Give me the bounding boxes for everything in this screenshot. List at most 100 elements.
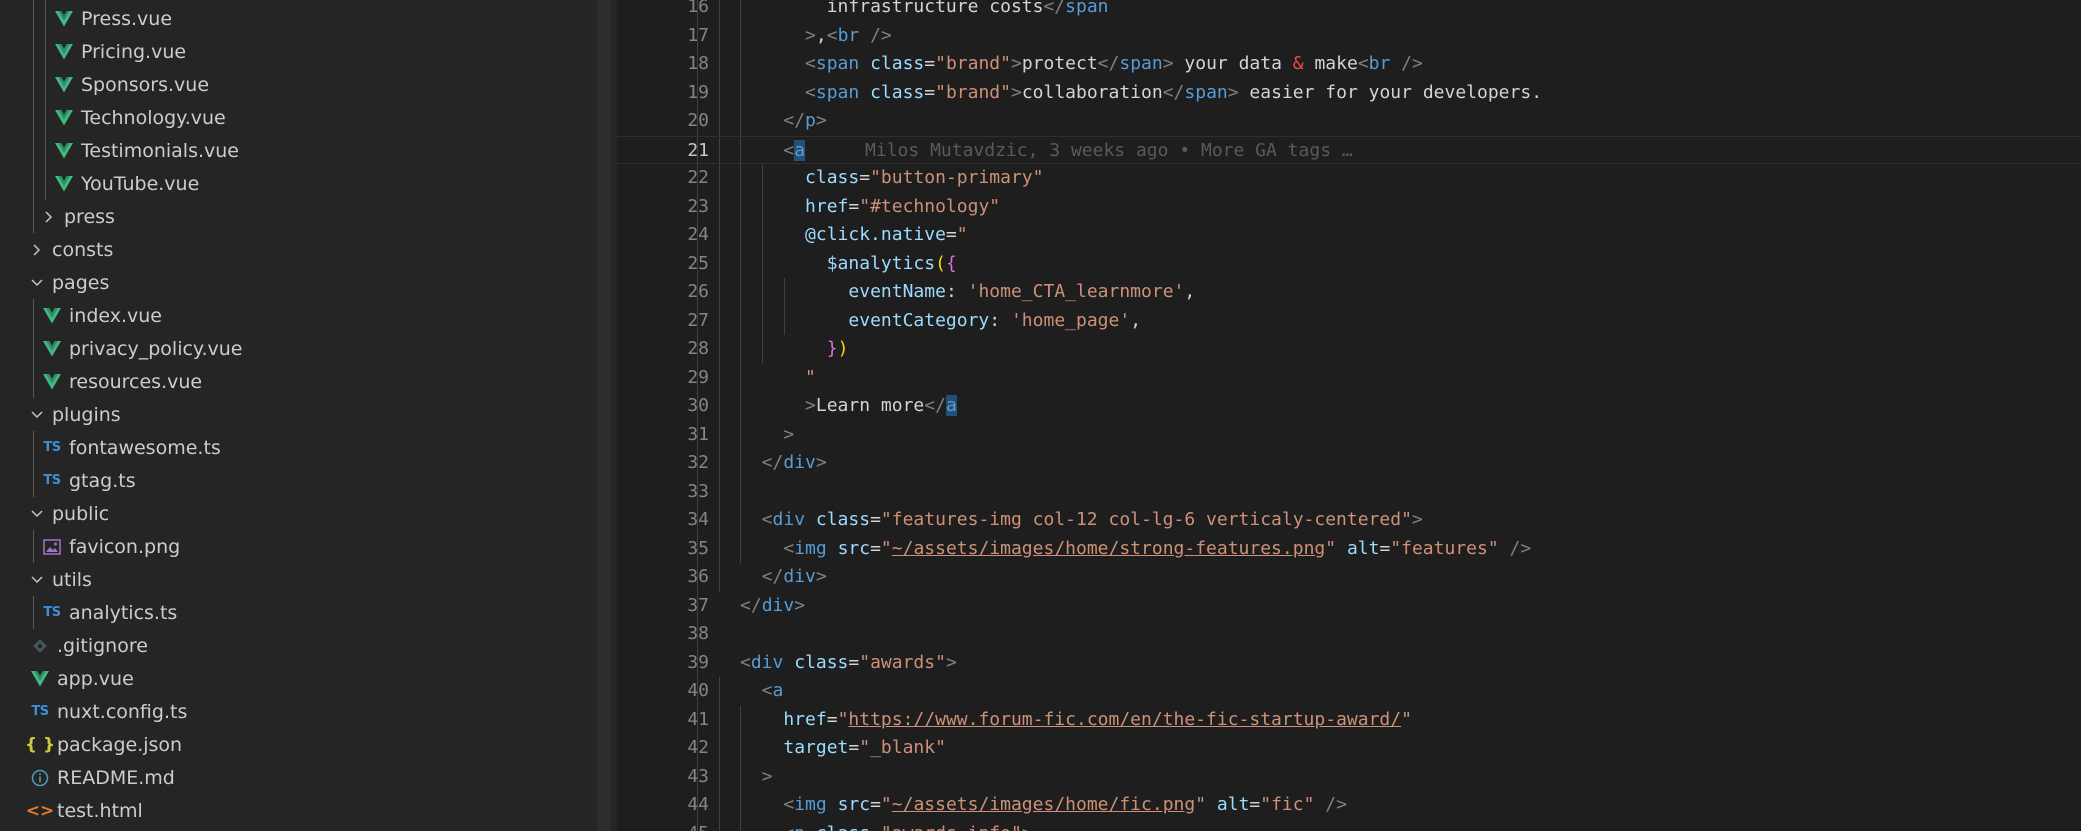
code-line[interactable]: 16 infrastructure costs</span (617, 0, 2081, 22)
code-line[interactable]: 44 <img src="~/assets/images/home/fic.png… (617, 791, 2081, 820)
tree-file[interactable]: README.md (0, 761, 597, 794)
tree-file[interactable]: Press.vue (0, 2, 597, 35)
code-token: </ (783, 110, 806, 131)
code-line[interactable]: 31 > (617, 421, 2081, 450)
code-line[interactable]: 34 <div class="features-img col-12 col-lg… (617, 506, 2081, 535)
code-line[interactable]: 36 </div> (617, 563, 2081, 592)
tree-file[interactable]: TS gtag.ts (0, 464, 597, 497)
line-number: 39 (687, 651, 709, 673)
tree-folder[interactable]: plugins (0, 398, 597, 431)
code-token: class (794, 651, 849, 673)
code-line[interactable]: 21 <a Milos Mutavdzic, 3 weeks ago • More … (617, 135, 2081, 164)
code-line[interactable]: 41 href="https://www.forum-fic.com/en/the… (617, 706, 2081, 735)
vue-file-icon (54, 42, 74, 62)
code-line[interactable]: 38 (617, 620, 2081, 649)
code-line[interactable]: 28}) (617, 335, 2081, 364)
code-line[interactable]: 35 <img src="~/assets/images/home/strong-… (617, 535, 2081, 564)
code-token: </ (1043, 0, 1066, 17)
code-token: = (1379, 537, 1391, 559)
code-line[interactable]: 24 @click.native=" (617, 221, 2081, 250)
code-token: < (783, 823, 794, 831)
tree-file[interactable]: favicon.png (0, 530, 597, 563)
code-line[interactable]: 19 <span class="brand">collaboration</spa… (617, 79, 2081, 108)
tree-file[interactable]: resources.vue (0, 365, 597, 398)
tree-file[interactable]: .gitignore (0, 629, 597, 662)
tree-item-label: app.vue (57, 667, 134, 690)
code-line[interactable]: 43 > (617, 763, 2081, 792)
code-token: 'home_CTA_learnmore' (967, 281, 1185, 302)
code-token: img (794, 794, 827, 815)
code-text: <p class="awards-info"> (783, 820, 1032, 831)
code-editor[interactable]: 16 infrastructure costs</span 17 >,<br /> 18… (617, 0, 2081, 831)
code-token: > (761, 765, 773, 787)
code-text: }) (827, 335, 849, 364)
tree-file[interactable]: index.vue (0, 299, 597, 332)
code-line[interactable]: 45 <p class="awards-info"> (617, 820, 2081, 831)
tree-file[interactable]: Technology.vue (0, 101, 597, 134)
code-line[interactable]: 25 $analytics({ (617, 250, 2081, 279)
code-text: $analytics({ (827, 250, 957, 279)
code-line[interactable]: 22 class="button-primary" (617, 164, 2081, 193)
code-line[interactable]: 17 >,<br /> (617, 22, 2081, 51)
line-number: 43 (687, 765, 709, 787)
tree-file[interactable]: Pricing.vue (0, 35, 597, 68)
code-text: > (762, 763, 773, 792)
line-number: 35 (687, 537, 709, 559)
tree-file[interactable]: <> test.html (0, 794, 597, 827)
code-line[interactable]: 40 <a (617, 677, 2081, 706)
code-token: p (794, 823, 805, 831)
code-token: ) (837, 338, 849, 359)
code-token: "brand" (935, 53, 1011, 74)
tree-folder[interactable]: consts (0, 233, 597, 266)
line-number: 33 (687, 480, 709, 502)
sidebar-scrollbar[interactable] (597, 0, 611, 831)
code-line[interactable]: 18 <span class="brand">protect</span> you… (617, 50, 2081, 79)
tree-file[interactable]: privacy_policy.vue (0, 332, 597, 365)
code-line[interactable]: 39 <div class="awards"> (617, 649, 2081, 678)
typescript-file-icon: TS (43, 440, 61, 455)
tree-file[interactable]: app.vue (0, 662, 597, 695)
vue-file-icon (54, 9, 74, 29)
tree-item-label: Testimonials.vue (81, 139, 239, 162)
html-file-icon: <> (25, 800, 55, 821)
code-token: : (989, 309, 1011, 331)
code-token: > (1010, 53, 1022, 74)
code-line[interactable]: 30 >Learn more</a (617, 392, 2081, 421)
tree-folder[interactable]: utils (0, 563, 597, 596)
tree-file[interactable]: Sponsors.vue (0, 68, 597, 101)
line-number: 31 (687, 423, 709, 445)
code-line[interactable]: 37 </div> (617, 592, 2081, 621)
tree-file[interactable]: TS analytics.ts (0, 596, 597, 629)
code-token: infrastructure costs (826, 0, 1044, 17)
code-token: = (924, 53, 936, 74)
tree-item-label: press (64, 205, 115, 228)
code-line[interactable]: 27 eventCategory: 'home_page', (617, 307, 2081, 336)
code-line[interactable]: 26 eventName: 'home_CTA_learnmore', (617, 278, 2081, 307)
code-line[interactable]: 23 href="#technology" (617, 193, 2081, 222)
code-token: @click.native (805, 224, 946, 245)
code-line[interactable]: 20 </p> (617, 107, 2081, 136)
code-token: span (1065, 0, 1109, 17)
code-line[interactable]: 42 target="_blank" (617, 734, 2081, 763)
code-token: br (1368, 53, 1391, 74)
code-token: "features-img col-12 col-lg-6 verticaly-… (880, 509, 1412, 530)
code-line[interactable]: 29 " (617, 364, 2081, 393)
tree-folder[interactable]: press (0, 200, 597, 233)
tree-file[interactable]: TS nuxt.config.ts (0, 695, 597, 728)
code-line[interactable]: 32 </div> (617, 449, 2081, 478)
code-token: = (848, 737, 860, 758)
tree-folder[interactable]: public (0, 497, 597, 530)
code-token: 'home_page' (1010, 309, 1131, 331)
typescript-file-icon: TS (43, 605, 61, 620)
code-line[interactable]: 33 (617, 478, 2081, 507)
tree-file[interactable]: { } package.json (0, 728, 597, 761)
tree-file[interactable]: YouTube.vue (0, 167, 597, 200)
line-number: 17 (687, 24, 709, 46)
code-token: > (805, 24, 816, 46)
tree-item-label: pages (52, 271, 110, 294)
line-number: 40 (687, 680, 709, 701)
tree-folder[interactable]: pages (0, 266, 597, 299)
tree-file[interactable]: TS fontawesome.ts (0, 431, 597, 464)
tree-file[interactable]: Testimonials.vue (0, 134, 597, 167)
code-text: <div class="features-img col-12 col-lg-6… (762, 506, 1423, 535)
